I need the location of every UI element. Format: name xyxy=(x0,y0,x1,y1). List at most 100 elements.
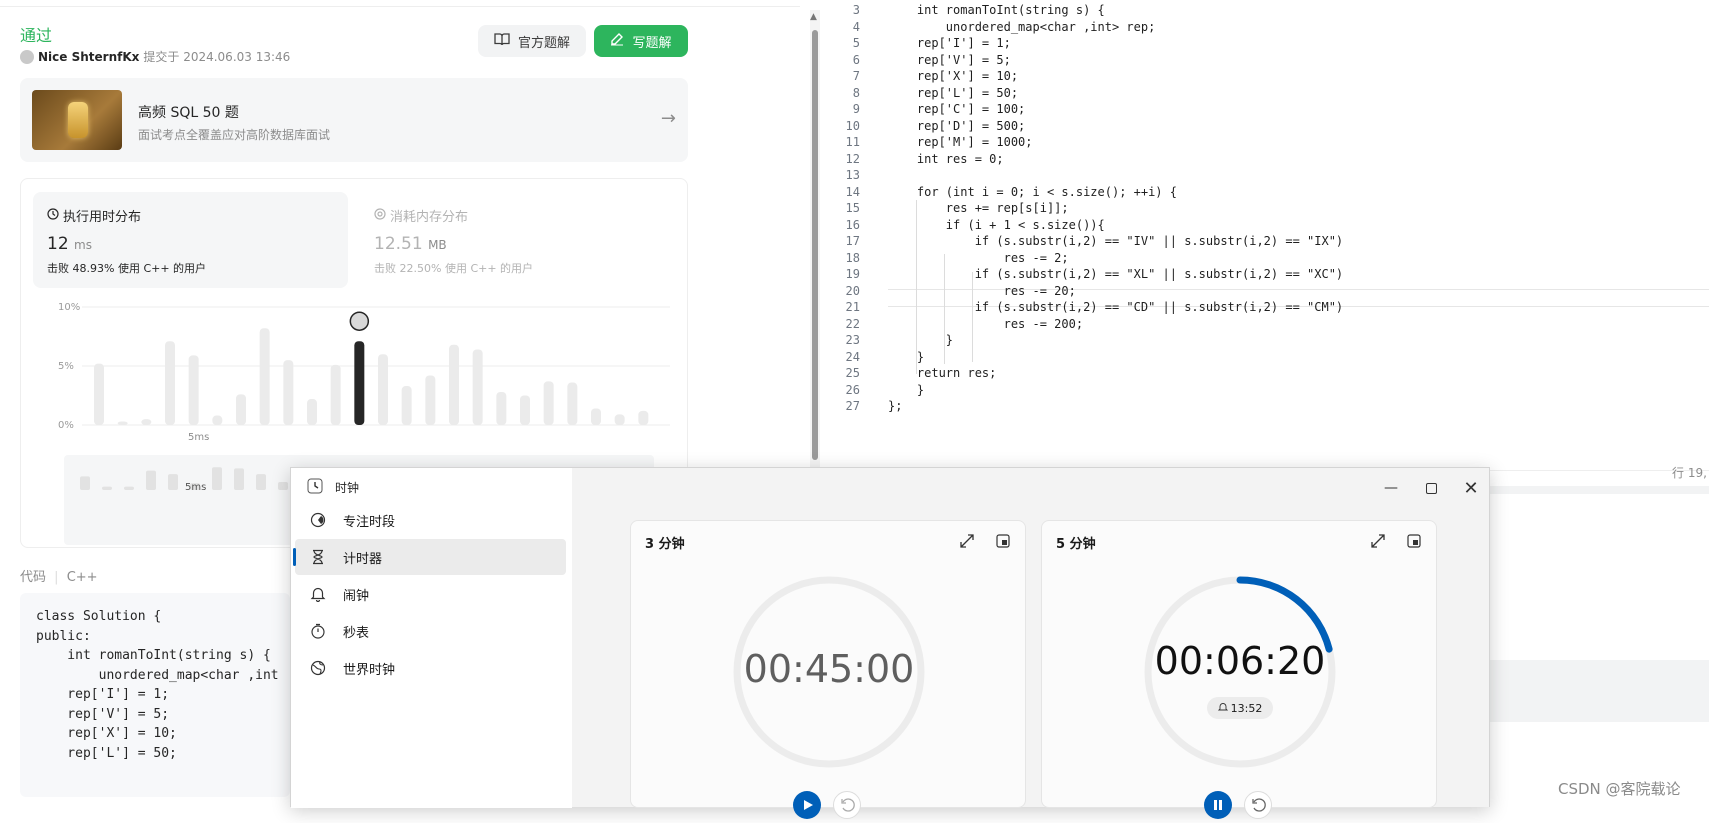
chart-bar[interactable] xyxy=(425,375,436,425)
chart-bar[interactable] xyxy=(520,395,530,426)
timer-card[interactable]: 5 分钟 00:06:20 13:52 xyxy=(1041,520,1437,819)
code-line: unordered_map<char ,int xyxy=(36,667,279,683)
course-title: 高频 SQL 50 题 xyxy=(138,105,239,121)
chart-bar[interactable] xyxy=(330,364,341,425)
line-number: 16 xyxy=(845,217,860,232)
expand-icon[interactable] xyxy=(1368,531,1388,551)
memory-number: 12.51 xyxy=(374,234,423,254)
pause-button[interactable] xyxy=(1204,791,1232,819)
runtime-tab[interactable]: 执行用时分布 12 ms 击败 48.93% 使用 C++ 的用户 xyxy=(33,192,348,288)
code-line: rep['I'] = 1; xyxy=(36,687,170,702)
chart-bar[interactable] xyxy=(591,408,601,425)
chart-bar[interactable] xyxy=(283,360,294,425)
divider xyxy=(0,6,800,7)
line-number: 8 xyxy=(852,85,860,100)
submit-time: 提交于 2024.06.03 13:46 xyxy=(143,50,291,64)
write-solution-button[interactable]: 写题解 xyxy=(594,25,688,57)
user-marker[interactable] xyxy=(349,311,370,331)
y-tick-label: 10% xyxy=(58,302,80,313)
bell-icon xyxy=(1217,702,1228,715)
code-text: } xyxy=(888,349,925,364)
code-text: rep['M'] = 1000; xyxy=(888,135,1033,149)
minimap-bar xyxy=(278,482,288,490)
code-text: unordered_map<char ,int> rep; xyxy=(888,19,1156,34)
code-view[interactable]: class Solution {public: int romanToInt(s… xyxy=(20,593,290,797)
memory-beat: 击败 22.50% 使用 C++ 的用户 xyxy=(374,260,533,276)
nav-item-label: 秒表 xyxy=(343,625,370,641)
reset-button[interactable] xyxy=(833,791,861,819)
chart-bar[interactable] xyxy=(378,354,388,425)
chart-bar[interactable] xyxy=(307,399,317,425)
nav-item-hourglass[interactable]: 计时器 xyxy=(293,539,566,575)
chart-bar[interactable] xyxy=(543,381,554,425)
watermark: CSDN @客院载论 xyxy=(1558,780,1681,798)
chart-bar[interactable] xyxy=(472,349,483,425)
memory-title: 消耗内存分布 xyxy=(374,206,468,225)
clock-window[interactable]: 时钟 专注时段 计时器闹钟秒表世界时钟 — ✕ 3 分钟 00:45:00 5 分… xyxy=(290,467,1491,819)
maximize-button[interactable] xyxy=(1411,474,1451,502)
official-solution-button[interactable]: 官方题解 xyxy=(478,25,586,57)
nav-item-label: 闹钟 xyxy=(343,588,370,604)
nav-item-bell[interactable]: 闹钟 xyxy=(295,576,566,612)
line-number: 13 xyxy=(845,168,860,182)
chart-bar[interactable] xyxy=(188,355,199,425)
chart-bar[interactable] xyxy=(212,415,223,425)
chart-bar[interactable] xyxy=(117,421,128,425)
nav-item-focus[interactable]: 专注时段 xyxy=(295,502,566,538)
app-titlebar: 时钟 xyxy=(307,478,359,497)
code-text: rep['C'] = 100; xyxy=(888,102,1026,116)
nav-item-stopwatch[interactable]: 秒表 xyxy=(295,613,566,649)
official-solution-label: 官方题解 xyxy=(517,35,570,51)
minimize-button[interactable]: — xyxy=(1371,474,1411,502)
reset-button[interactable] xyxy=(1244,791,1272,819)
avatar[interactable] xyxy=(20,49,34,64)
line-number: 18 xyxy=(845,250,860,265)
line-number: 20 xyxy=(845,283,860,298)
memory-value: 12.51 MB xyxy=(374,234,447,254)
line-number: 27 xyxy=(845,399,860,413)
close-button[interactable]: ✕ xyxy=(1451,474,1491,502)
scrollbar-thumb[interactable] xyxy=(812,30,818,460)
y-tick-label: 5% xyxy=(58,361,74,372)
expand-icon[interactable] xyxy=(957,531,977,551)
chip-icon xyxy=(374,207,386,224)
chart-bar[interactable] xyxy=(141,419,152,425)
book-icon xyxy=(494,32,510,50)
scroll-up-arrow-icon[interactable]: ▲ xyxy=(810,12,817,22)
timer-card[interactable]: 3 分钟 00:45:00 xyxy=(630,520,1026,819)
code-text: res -= 200; xyxy=(888,316,1084,331)
chart-bar[interactable] xyxy=(449,344,459,425)
code-line: public: xyxy=(36,628,91,644)
clock-sidebar: 时钟 专注时段 计时器闹钟秒表世界时钟 xyxy=(291,468,572,808)
line-number: 11 xyxy=(845,135,860,149)
chart-bar[interactable] xyxy=(567,382,578,425)
chart-bar[interactable] xyxy=(614,414,625,425)
indent-guide xyxy=(972,272,973,362)
code-line: rep['V'] = 5; xyxy=(36,706,170,722)
code-text: }; xyxy=(888,399,903,413)
chart-bar[interactable] xyxy=(354,341,365,425)
chart-bar[interactable] xyxy=(94,363,104,425)
chart-bar[interactable] xyxy=(401,386,412,425)
chart-bar[interactable] xyxy=(259,328,270,425)
play-button[interactable] xyxy=(793,791,821,819)
nav-item-globe[interactable]: 世界时钟 xyxy=(295,650,566,686)
runtime-value: 12 ms xyxy=(47,234,92,254)
course-banner[interactable]: 高频 SQL 50 题 面试考点全覆盖应对高阶数据库面试 → xyxy=(20,78,688,162)
memory-tab[interactable]: 消耗内存分布 12.51 MB 击败 22.50% 使用 C++ 的用户 xyxy=(360,192,675,288)
chart-bar[interactable] xyxy=(496,391,507,425)
code-text: if (s.substr(i,2) == "IV" || s.substr(i,… xyxy=(888,234,1344,248)
bell-icon xyxy=(309,585,327,603)
chart-bar[interactable] xyxy=(638,410,649,425)
code-text: rep['I'] = 1; xyxy=(888,36,1011,50)
line-number: 19 xyxy=(845,267,860,281)
pin-window-icon[interactable] xyxy=(1404,531,1424,551)
code-language: C++ xyxy=(66,570,98,585)
chart-bar[interactable] xyxy=(236,394,246,425)
x-tick-label: 5ms xyxy=(188,432,209,443)
submitter-name[interactable]: Nice ShternfKx xyxy=(38,50,139,64)
line-number: 26 xyxy=(845,382,860,397)
pin-window-icon[interactable] xyxy=(993,531,1013,551)
chart-bar[interactable] xyxy=(165,341,175,425)
stopwatch-icon xyxy=(309,622,327,640)
